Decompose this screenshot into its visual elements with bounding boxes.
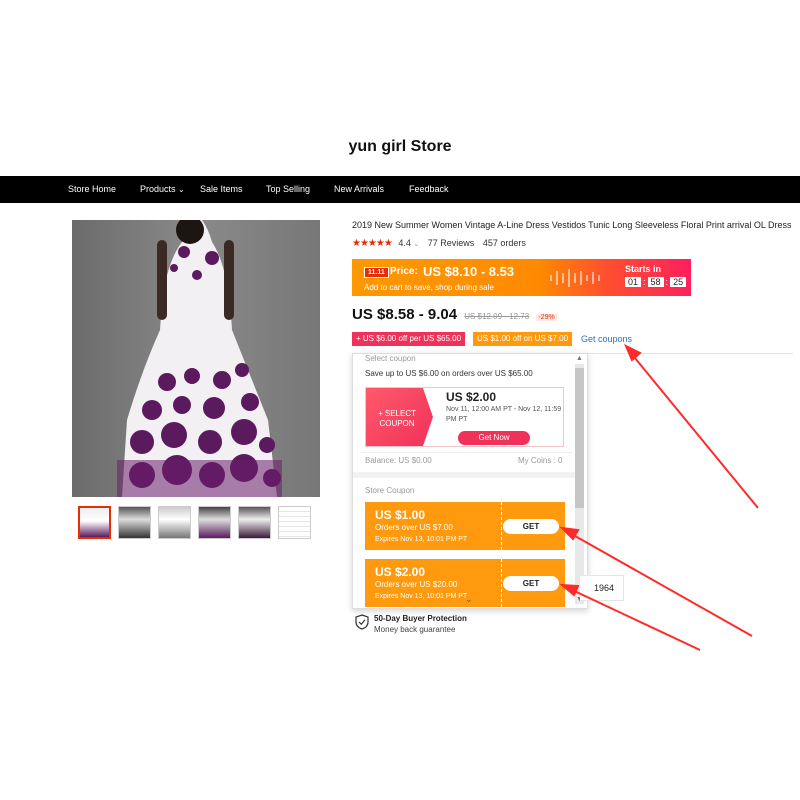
store-coupon-condition: Orders over US $7.00 — [375, 523, 453, 532]
section-separator — [353, 472, 577, 478]
nav-sale-items[interactable]: Sale Items — [200, 176, 243, 203]
sale-promo-banner: 11.11 Price: US $8.10 - 8.53 Add to cart… — [352, 259, 691, 296]
store-coupon-amount: US $1.00 — [375, 508, 426, 522]
nav-new-arrivals[interactable]: New Arrivals — [334, 176, 384, 203]
get-coupon-button[interactable]: GET — [503, 519, 559, 534]
seller-coupon-amount: US $2.00 — [446, 390, 497, 404]
rating-value: 4.4 — [398, 238, 411, 248]
protection-subtitle: Money back guarantee — [374, 625, 456, 634]
thumbnail-5[interactable] — [238, 506, 271, 539]
get-coupons-link[interactable]: Get coupons — [581, 334, 632, 344]
thumbnail-2[interactable] — [118, 506, 151, 539]
store-navbar: Store Home Products ⌄ Sale Items Top Sel… — [0, 176, 800, 203]
price-row: US $8.58 - 9.04 US $12.09 - 12.73 -29% — [352, 306, 557, 323]
store-title: yun girl Store — [348, 138, 452, 155]
star-icon: ★★★★★ — [352, 238, 393, 249]
store-coupon-label: Store Coupon — [365, 486, 415, 495]
popup-scrollbar[interactable]: ▲ ▼ — [575, 355, 584, 604]
product-title: 2019 New Summer Women Vintage A-Line Dre… — [352, 220, 792, 230]
chevron-down-icon: ⌄ — [178, 185, 185, 194]
sale-badge: 11.11 — [364, 267, 389, 278]
scrollbar-thumb[interactable] — [575, 368, 584, 508]
thumbnail-4[interactable] — [198, 506, 231, 539]
arrow-to-get-coupons — [629, 351, 759, 509]
buyer-protection — [355, 614, 369, 635]
orders-count: 457 orders — [482, 238, 526, 248]
promo-price: US $8.10 - 8.53 — [423, 264, 515, 279]
reviews-link[interactable]: 77 Reviews — [428, 238, 475, 248]
timer-minutes: 58 — [647, 277, 664, 287]
nav-store-home[interactable]: Store Home — [68, 176, 116, 203]
rating-row: ★★★★★ 4.4 ⌄ 77 Reviews 457 orders — [352, 238, 526, 249]
countdown-timer: 01:58:25 — [625, 277, 687, 287]
divider — [581, 353, 793, 354]
save-up-to-text: Save up to US $6.00 on orders over US $6… — [365, 369, 533, 378]
old-price: US $12.09 - 12.73 — [464, 312, 530, 321]
get-now-button[interactable]: Get Now — [458, 431, 530, 445]
nav-top-selling[interactable]: Top Selling — [266, 176, 310, 203]
starts-in-label: Starts in — [625, 264, 662, 274]
my-coins-text: My Coins : 0 — [518, 456, 563, 465]
product-main-image[interactable] — [72, 220, 320, 497]
thumbnail-1[interactable] — [78, 506, 111, 539]
promo-note: Add to cart to save, shop during sale — [364, 283, 494, 292]
thumbnail-3[interactable] — [158, 506, 191, 539]
store-coupon-condition: Orders over US $20.00 — [375, 580, 458, 589]
hidden-count: 1964 — [594, 583, 615, 593]
store-coupon-card-1: US $1.00 Orders over US $7.00 Expires No… — [365, 502, 565, 550]
nav-feedback[interactable]: Feedback — [409, 176, 449, 203]
coupon-divider — [501, 502, 502, 550]
nav-products-label: Products — [140, 184, 176, 194]
select-coupon-button[interactable]: + SELECT COUPON — [366, 388, 433, 446]
seller-coupon-validity: Nov 11, 12:00 AM PT - Nov 12, 11:59 PM P… — [446, 406, 562, 423]
shield-check-icon — [355, 614, 369, 630]
decorative-wave-icon — [550, 269, 600, 287]
store-coupon-expiry: Expires Nov 13, 10:01 PM PT — [375, 536, 468, 543]
store-coupon-expiry: Expires Nov 13, 10:01 PM PT — [375, 593, 468, 600]
get-coupon-button[interactable]: GET — [503, 576, 559, 591]
coupon-popup: Select coupon Save up to US $6.00 on ord… — [352, 353, 588, 609]
balance-text: Balance: US $0.00 — [365, 456, 432, 465]
store-coupon-tag[interactable]: US $1.00 off on US $7.00 — [473, 332, 573, 346]
divider — [361, 452, 573, 453]
discount-badge: -29% — [536, 314, 557, 321]
price-range: US $8.58 - 9.04 — [352, 306, 458, 323]
select-coupon-text: + SELECT COUPON — [377, 409, 416, 428]
seller-coupon-tag[interactable]: + US $6.00 off per US $65.00 — [352, 332, 466, 346]
coupon-divider — [501, 559, 502, 607]
chevron-down-icon[interactable]: ⌄ — [465, 594, 473, 605]
timer-seconds: 25 — [670, 277, 687, 287]
nav-products[interactable]: Products ⌄ — [140, 176, 185, 203]
thumbnail-6[interactable] — [278, 506, 311, 539]
seller-coupon-card: + SELECT COUPON US $2.00 Nov 11, 12:00 A… — [365, 387, 564, 447]
select-coupon-label: Select coupon — [365, 354, 416, 363]
chevron-down-icon: ⌄ — [413, 241, 420, 248]
store-coupon-amount: US $2.00 — [375, 565, 426, 579]
scroll-up-icon[interactable]: ▲ — [576, 355, 583, 362]
quantity-box: 1964 — [580, 575, 624, 601]
dress-photo — [117, 220, 282, 497]
protection-title: 50-Day Buyer Protection — [374, 614, 467, 623]
timer-hours: 01 — [625, 277, 642, 287]
promo-price-label: Price: — [390, 266, 418, 277]
